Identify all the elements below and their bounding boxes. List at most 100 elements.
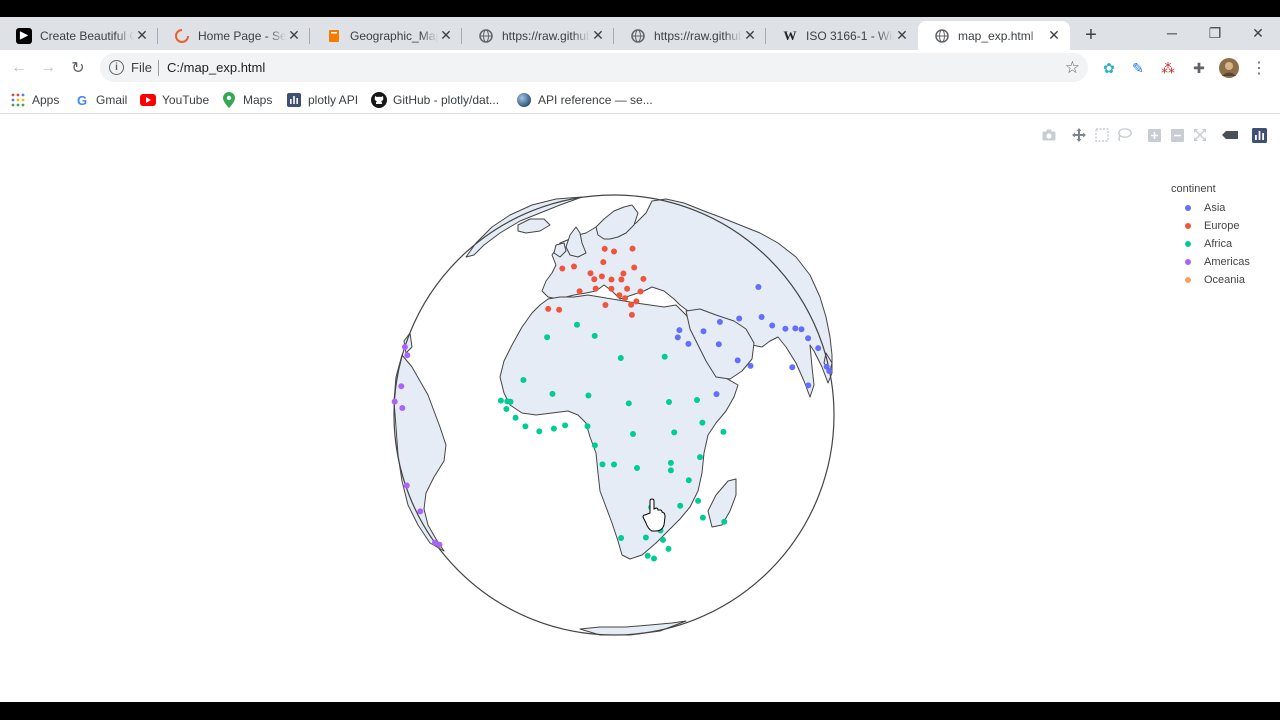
marker-europe[interactable] [622, 295, 628, 302]
marker-africa[interactable] [617, 355, 624, 361]
marker-africa[interactable] [697, 454, 703, 461]
tab-create-beautiful[interactable]: ▶ Create Beautiful G ✕ [0, 21, 158, 50]
marker-americas[interactable] [391, 398, 398, 405]
marker-europe[interactable] [571, 263, 577, 270]
puzzle-icon[interactable]: ✚ [1189, 58, 1209, 78]
marker-africa[interactable] [549, 390, 556, 397]
marker-europe[interactable] [624, 285, 631, 292]
close-icon[interactable]: ✕ [1046, 27, 1062, 44]
tab-raw-github-1[interactable]: https://raw.github ✕ [462, 21, 614, 50]
minimize-button[interactable]: ─ [1157, 21, 1187, 45]
extension-1-icon[interactable]: ✿ [1099, 58, 1119, 78]
marker-africa[interactable] [642, 534, 649, 541]
marker-americas[interactable] [432, 539, 438, 546]
bookmark-youtube[interactable]: YouTube [140, 90, 209, 110]
marker-americas[interactable] [404, 352, 411, 359]
marker-africa[interactable] [562, 422, 569, 429]
close-icon[interactable]: ✕ [134, 27, 150, 44]
marker-asia[interactable] [792, 325, 799, 332]
marker-europe[interactable] [631, 264, 638, 271]
bookmark-gmail[interactable]: G Gmail [74, 90, 127, 110]
marker-europe[interactable] [556, 306, 563, 313]
marker-africa[interactable] [522, 423, 529, 430]
marker-europe[interactable] [587, 270, 594, 277]
marker-europe[interactable] [608, 285, 615, 292]
legend-item-europe[interactable]: Europe [1171, 217, 1250, 235]
back-button[interactable]: ← [6, 55, 32, 81]
marker-africa[interactable] [667, 459, 674, 466]
marker-asia[interactable] [716, 318, 723, 325]
marker-europe[interactable] [608, 276, 615, 283]
marker-asia[interactable] [674, 334, 681, 341]
marker-africa[interactable] [695, 497, 702, 504]
marker-africa[interactable] [634, 465, 640, 471]
marker-africa[interactable] [630, 431, 636, 437]
marker-africa[interactable] [544, 334, 551, 341]
marker-europe[interactable] [601, 245, 608, 252]
marker-africa[interactable] [618, 535, 625, 541]
marker-asia[interactable] [685, 340, 692, 347]
marker-americas[interactable] [398, 383, 405, 390]
marker-asia[interactable] [815, 345, 822, 352]
address-bar[interactable]: i File C:/map_exp.html ☆ [100, 53, 1088, 82]
marker-africa[interactable] [504, 398, 511, 405]
marker-africa[interactable] [651, 555, 657, 562]
tab-map-exp[interactable]: map_exp.html ✕ [918, 21, 1070, 50]
marker-africa[interactable] [661, 353, 668, 360]
marker-europe[interactable] [598, 273, 605, 280]
legend-item-africa[interactable]: Africa [1171, 235, 1250, 253]
marker-asia[interactable] [805, 335, 812, 342]
marker-africa[interactable] [677, 502, 684, 509]
marker-africa[interactable] [720, 428, 727, 435]
marker-europe[interactable] [628, 301, 635, 308]
marker-africa[interactable] [694, 397, 700, 403]
marker-asia[interactable] [805, 382, 812, 389]
extension-2-icon[interactable]: ✎ [1128, 58, 1148, 78]
legend-item-americas[interactable]: Americas [1171, 253, 1250, 271]
marker-europe[interactable] [591, 276, 598, 283]
reload-button[interactable]: ↻ [65, 55, 91, 81]
legend-item-oceania[interactable]: Oceania [1171, 271, 1250, 289]
marker-africa[interactable] [585, 392, 592, 399]
marker-africa[interactable] [503, 406, 510, 412]
marker-asia[interactable] [826, 368, 833, 374]
marker-africa[interactable] [665, 545, 672, 552]
marker-africa[interactable] [591, 442, 598, 449]
marker-europe[interactable] [633, 298, 640, 305]
marker-americas[interactable] [417, 508, 424, 515]
bookmark-apps[interactable]: Apps [10, 90, 59, 110]
restore-button[interactable]: ❐ [1200, 21, 1230, 45]
marker-africa[interactable] [611, 461, 617, 468]
tab-iso-3166[interactable]: W ISO 3166-1 - Wiki ✕ [766, 21, 918, 50]
marker-europe[interactable] [600, 259, 607, 266]
marker-asia[interactable] [700, 328, 707, 335]
marker-asia[interactable] [713, 391, 720, 398]
marker-europe[interactable] [640, 275, 647, 282]
marker-asia[interactable] [736, 315, 743, 322]
marker-africa[interactable] [699, 514, 706, 521]
marker-africa[interactable] [536, 428, 543, 435]
marker-europe[interactable] [618, 276, 625, 283]
bookmark-maps[interactable]: Maps [221, 90, 272, 110]
marker-africa[interactable] [671, 429, 678, 436]
marker-africa[interactable] [625, 400, 632, 407]
marker-asia[interactable] [789, 364, 796, 371]
marker-africa[interactable] [520, 377, 527, 383]
marker-africa[interactable] [584, 423, 591, 430]
marker-africa[interactable] [574, 321, 580, 328]
marker-asia[interactable] [676, 327, 683, 334]
marker-africa[interactable] [721, 518, 728, 525]
close-icon[interactable]: ✕ [286, 27, 302, 44]
marker-europe[interactable] [611, 248, 617, 255]
close-icon[interactable]: ✕ [438, 27, 454, 44]
marker-africa[interactable] [550, 425, 557, 432]
marker-asia[interactable] [734, 357, 741, 364]
marker-africa[interactable] [699, 419, 706, 426]
marker-europe[interactable] [628, 311, 635, 318]
avatar[interactable] [1219, 58, 1239, 78]
marker-europe[interactable] [620, 270, 627, 277]
marker-africa[interactable] [660, 536, 666, 543]
marker-americas[interactable] [403, 482, 410, 489]
marker-africa[interactable] [667, 467, 674, 474]
marker-asia[interactable] [798, 326, 805, 333]
